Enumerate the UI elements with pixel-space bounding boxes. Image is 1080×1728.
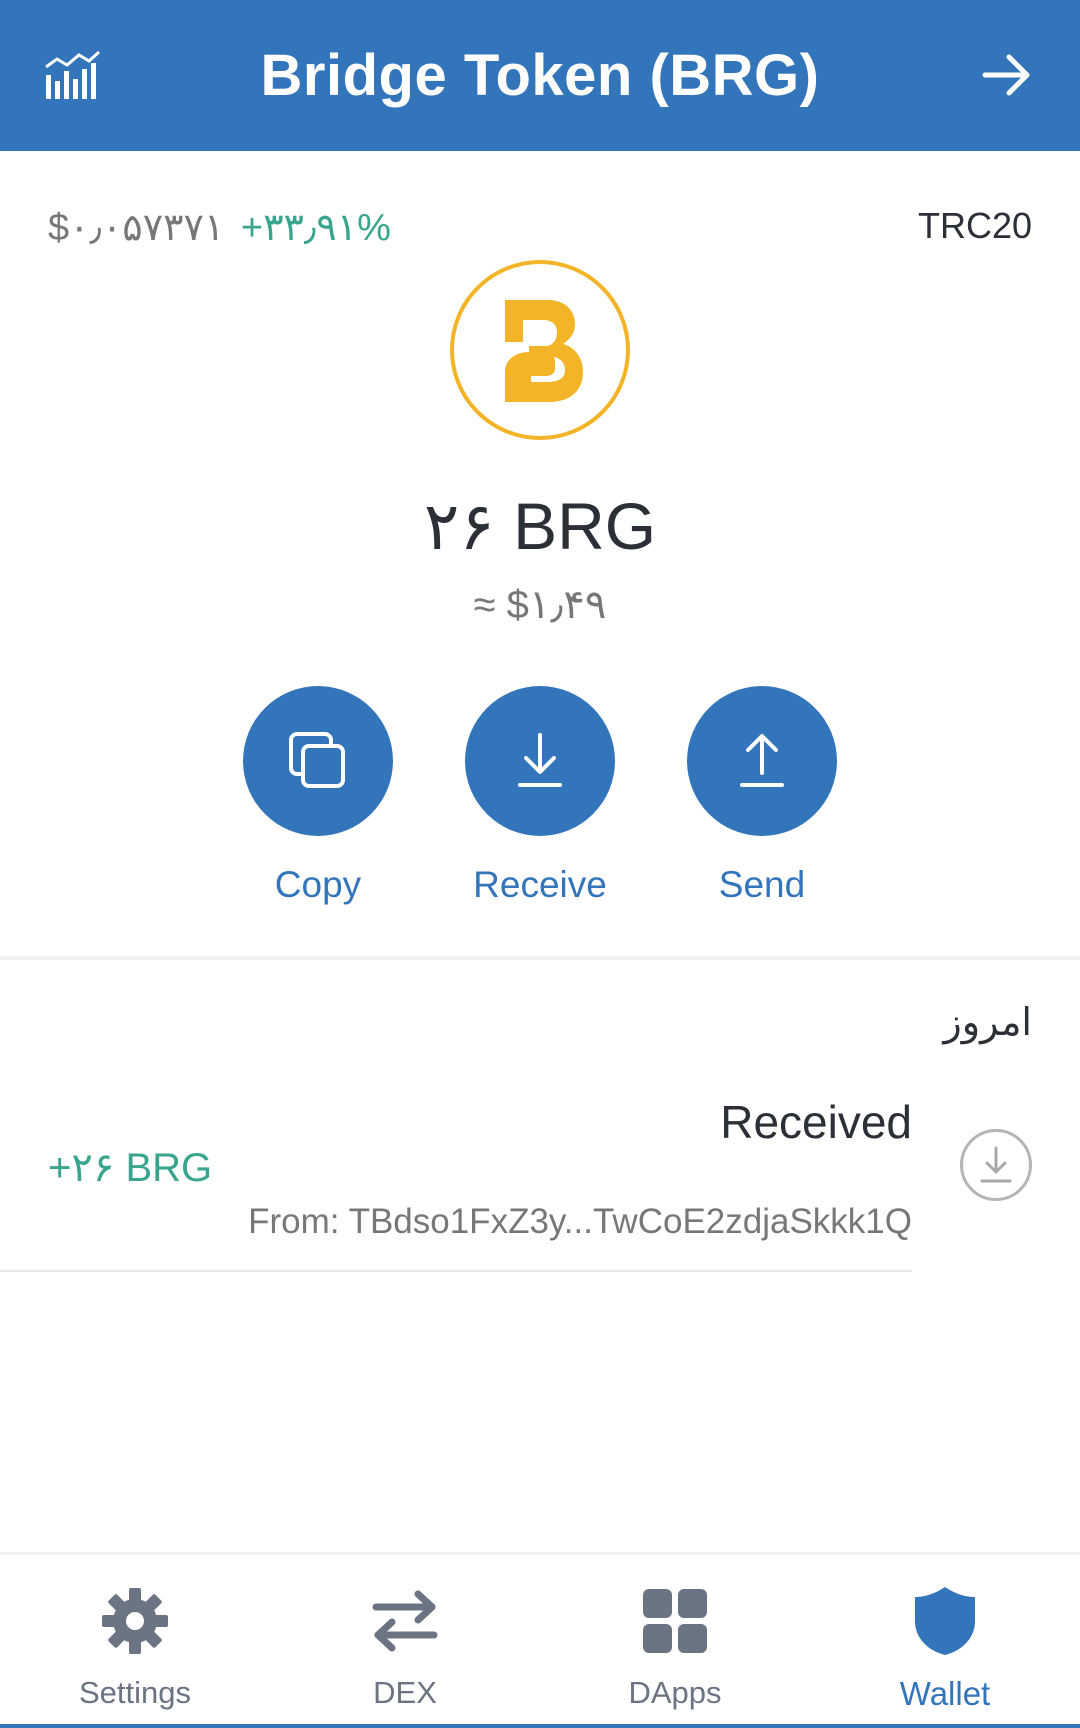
gear-icon bbox=[102, 1588, 168, 1654]
upload-icon bbox=[740, 734, 784, 787]
nav-accent-line bbox=[0, 1724, 1080, 1728]
copy-icon bbox=[289, 732, 345, 788]
nav-settings[interactable]: Settings bbox=[0, 1581, 270, 1711]
transaction-amount: +۲۶ BRG bbox=[48, 1146, 213, 1190]
action-bar: Copy Receive Send bbox=[0, 686, 1080, 916]
network-badge: TRC20 bbox=[917, 205, 1032, 246]
nav-settings-label: Settings bbox=[78, 1675, 191, 1710]
nav-dex-label: DEX bbox=[373, 1675, 437, 1710]
transactions-date-header: امروز bbox=[943, 1002, 1032, 1044]
nav-dex[interactable]: DEX bbox=[270, 1581, 540, 1711]
price-value: $۰٫۰۵۷۳۷۱ bbox=[48, 207, 225, 249]
chart-button[interactable] bbox=[28, 30, 118, 120]
page-title: Bridge Token (BRG) bbox=[260, 43, 820, 108]
nav-wallet-label: Wallet bbox=[899, 1675, 991, 1712]
token-detail-screen: Bridge Token (BRG) $۰٫۰۵۷۳۷۱ +۳۳٫۹۱% TRC… bbox=[0, 0, 1080, 1728]
fiat-balance: ≈ $۱٫۴۹ bbox=[473, 583, 607, 627]
token-logo bbox=[450, 260, 630, 440]
nav-wallet[interactable]: Wallet bbox=[810, 1581, 1080, 1713]
transaction-type: Received bbox=[720, 1096, 912, 1148]
receive-button[interactable]: Receive bbox=[450, 686, 630, 906]
transaction-from: From: TBdso1FxZ3y...TwCoE2zdjaSkkk1Q bbox=[248, 1202, 912, 1241]
shield-icon bbox=[915, 1587, 975, 1655]
transaction-status-badge bbox=[960, 1129, 1032, 1201]
token-price: $۰٫۰۵۷۳۷۱ +۳۳٫۹۱% bbox=[48, 205, 391, 250]
brg-logo-icon bbox=[505, 300, 583, 402]
nav-dapps-label: DApps bbox=[628, 1675, 722, 1710]
forward-button[interactable] bbox=[962, 30, 1052, 120]
row-divider bbox=[0, 1270, 912, 1272]
nav-dapps[interactable]: DApps bbox=[540, 1581, 810, 1711]
chart-icon bbox=[45, 50, 101, 99]
receive-label: Receive bbox=[473, 864, 607, 905]
receive-button-circle[interactable] bbox=[465, 686, 615, 836]
token-balance: ۲۶ BRG bbox=[423, 489, 657, 563]
section-divider bbox=[0, 956, 1080, 960]
top-app-bar: Bridge Token (BRG) bbox=[0, 0, 1080, 151]
send-label: Send bbox=[718, 864, 806, 905]
copy-button[interactable]: Copy bbox=[228, 686, 408, 906]
price-change: +۳۳٫۹۱% bbox=[240, 207, 391, 249]
transaction-row[interactable]: +۲۶ BRG Received From: TBdso1FxZ3y...TwC… bbox=[0, 1085, 1080, 1275]
send-button[interactable]: Send bbox=[672, 686, 852, 906]
download-icon bbox=[518, 733, 562, 787]
receive-icon bbox=[980, 1146, 1012, 1183]
send-button-circle[interactable] bbox=[687, 686, 837, 836]
copy-label: Copy bbox=[274, 864, 362, 905]
copy-button-circle[interactable] bbox=[243, 686, 393, 836]
swap-icon bbox=[372, 1590, 438, 1652]
grid-icon bbox=[643, 1589, 707, 1653]
bottom-navigation: Settings DEX DApps Wallet bbox=[0, 1552, 1080, 1728]
arrow-right-icon bbox=[982, 54, 1030, 96]
